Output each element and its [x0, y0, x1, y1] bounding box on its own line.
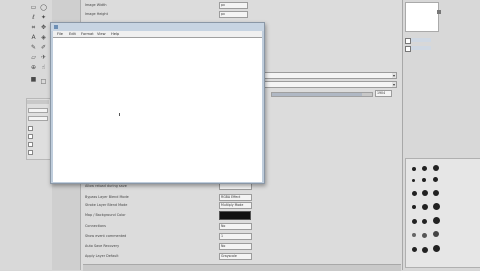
foreground-color-icon[interactable]: ■ [30, 76, 37, 83]
move-icon[interactable]: ✥ [40, 24, 47, 31]
toolbox-panel: ▭ ◯ ℓ ✦ ⌗ ✥ A ◈ ✎ ✐ ▱ ✈ ⊕ ☝ ■ □ [0, 0, 53, 270]
tool-options-header [27, 100, 49, 104]
layer-row[interactable] [411, 38, 431, 42]
layers-brushes-panel [402, 0, 480, 270]
layer-row[interactable] [411, 46, 431, 50]
brush-preset[interactable] [422, 247, 428, 253]
smudge-icon[interactable]: ☝ [40, 64, 47, 71]
crop-icon[interactable]: ⌗ [30, 24, 37, 31]
lasso-icon[interactable]: ℓ [30, 14, 37, 21]
brush-preset[interactable] [422, 190, 428, 196]
brush-preset[interactable] [433, 231, 439, 237]
brush-preset[interactable] [412, 219, 417, 224]
prop-value-field[interactable]: No [219, 243, 252, 250]
brush-preset[interactable] [412, 191, 417, 196]
prop-label: Image Height [85, 12, 108, 16]
brush-preset[interactable] [433, 203, 440, 210]
prop-value-field[interactable]: px [219, 2, 248, 9]
option-dropdown[interactable] [264, 81, 397, 88]
window-titlebar[interactable] [51, 23, 264, 31]
paint-bucket-icon[interactable]: ◈ [40, 34, 47, 41]
color-swatch[interactable] [219, 211, 251, 220]
app-icon [54, 25, 58, 29]
prop-label: Show event commented [85, 234, 127, 238]
text-editor-area[interactable] [53, 37, 262, 182]
prop-label: Map / Background Color [85, 213, 126, 217]
prop-label: Stroke Layer Blend Mode [85, 203, 128, 207]
brush-preset[interactable] [433, 245, 440, 252]
notepad-window: File Edit Format View Help [50, 22, 265, 184]
brush-preset[interactable] [422, 178, 426, 182]
background-color-icon[interactable]: □ [40, 78, 47, 85]
brush-preset[interactable] [422, 166, 427, 171]
tool-option-field[interactable] [28, 108, 48, 113]
prop-label: Image Width [85, 3, 107, 7]
brush-preset[interactable] [412, 167, 416, 171]
clone-icon[interactable]: ⊕ [30, 64, 37, 71]
tool-option-field[interactable] [28, 116, 48, 121]
mode-dropdown[interactable] [264, 72, 397, 79]
prop-label: Bypass Layer Blend Mode [85, 195, 129, 199]
brush-preset[interactable] [422, 219, 427, 224]
brush-preset[interactable] [412, 179, 415, 182]
brush-preset[interactable] [433, 217, 440, 224]
layer-thumbnail[interactable] [405, 2, 439, 32]
airbrush-icon[interactable]: ✈ [40, 54, 47, 61]
prop-label: Apply Layer Default [85, 254, 119, 258]
percent-slider[interactable] [271, 92, 373, 97]
prop-value-field[interactable]: Multiply Mode [219, 202, 252, 209]
brush-preset[interactable] [412, 233, 416, 237]
brush-preset[interactable] [412, 247, 417, 252]
brush-preset[interactable] [433, 177, 438, 182]
prop-value-field[interactable]: No [219, 223, 252, 230]
layer-lock-icon[interactable] [437, 10, 441, 14]
prop-value-field[interactable]: Grayscale [219, 253, 252, 260]
brush-preset[interactable] [412, 205, 416, 209]
tool-option-checkbox[interactable] [28, 142, 33, 147]
text-tool-icon[interactable]: A [30, 34, 37, 41]
eraser-icon[interactable]: ▱ [30, 54, 37, 61]
brush-preset[interactable] [433, 165, 439, 171]
tool-option-checkbox[interactable] [28, 150, 33, 155]
text-cursor [119, 113, 120, 116]
prop-label: Connections [85, 224, 106, 228]
prop-value-field[interactable]: RGBA Effect [219, 194, 252, 201]
tool-option-checkbox[interactable] [28, 126, 33, 131]
brush-preset[interactable] [422, 233, 427, 238]
pencil-icon[interactable]: ✎ [30, 44, 37, 51]
percent-value-field[interactable]: 1904 [375, 90, 392, 97]
prop-value-field[interactable] [219, 183, 252, 190]
tool-option-checkbox[interactable] [28, 134, 33, 139]
magic-wand-icon[interactable]: ✦ [40, 14, 47, 21]
brush-icon[interactable]: ✐ [40, 44, 47, 51]
prop-value-field[interactable]: px [219, 11, 248, 18]
brush-preset[interactable] [433, 190, 439, 196]
select-rect-icon[interactable]: ▭ [30, 4, 37, 11]
brushes-panel [405, 158, 480, 268]
prop-label: Auto Save Recovery [85, 244, 120, 248]
select-ellipse-icon[interactable]: ◯ [40, 4, 47, 11]
brush-preset[interactable] [422, 204, 428, 210]
prop-value-field[interactable]: 1 [219, 233, 252, 240]
